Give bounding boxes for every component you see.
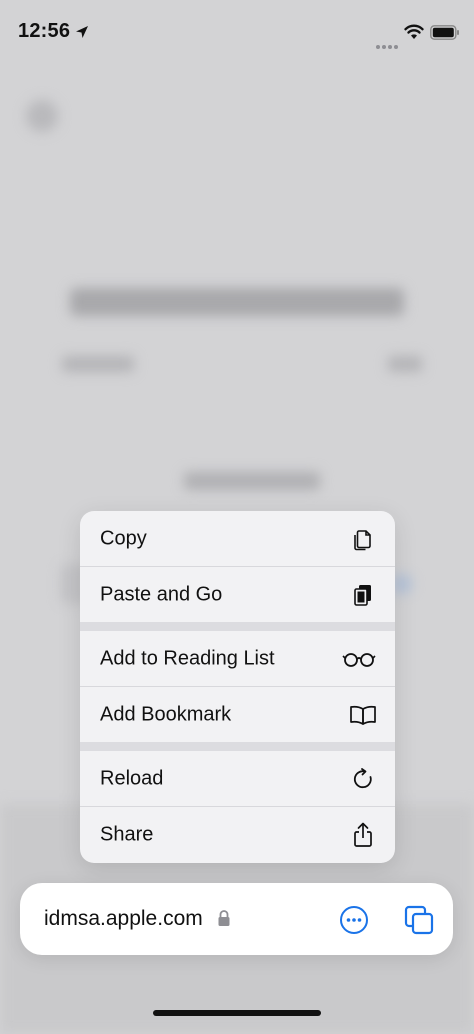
book-icon: [349, 701, 377, 729]
menu-group-gap: [80, 742, 395, 751]
menu-item-label: Reload: [100, 767, 164, 789]
more-options-icon[interactable]: [339, 905, 369, 935]
url-text[interactable]: idmsa.apple.com: [44, 907, 203, 931]
blurred-title: [70, 288, 404, 316]
paste-icon: [349, 581, 377, 609]
menu-item-label: Add Bookmark: [100, 703, 232, 725]
blurred-label: [388, 356, 422, 372]
context-menu: Copy Paste and Go Add to Reading List Ad…: [80, 511, 395, 863]
menu-item-reload[interactable]: Reload: [80, 751, 395, 806]
battery-icon: [430, 25, 459, 40]
menu-item-copy[interactable]: Copy: [80, 511, 395, 566]
status-time: 12:56: [18, 20, 71, 42]
address-bar[interactable]: idmsa.apple.com: [20, 883, 453, 955]
menu-item-label: Paste and Go: [100, 583, 223, 605]
blurred-label: [62, 356, 134, 372]
menu-item-add-bookmark[interactable]: Add Bookmark: [80, 687, 395, 742]
menu-item-paste-and-go[interactable]: Paste and Go: [80, 567, 395, 622]
blurred-close-button: [26, 100, 58, 132]
menu-item-label: Share: [100, 823, 154, 845]
location-arrow-icon: [76, 26, 88, 38]
menu-item-share[interactable]: Share: [80, 807, 395, 862]
share-icon: [349, 821, 377, 849]
menu-item-label: Copy: [100, 527, 147, 549]
signal-dots-icon: [376, 36, 400, 54]
menu-group-gap: [80, 622, 395, 631]
reload-icon: [349, 765, 377, 793]
wifi-icon: [404, 24, 424, 39]
status-bar: 12:56: [0, 0, 474, 64]
tabs-icon[interactable]: [403, 904, 435, 936]
copy-icon: [349, 525, 377, 553]
menu-item-add-to-reading-list[interactable]: Add to Reading List: [80, 631, 395, 686]
lock-icon: [218, 910, 230, 926]
blurred-link: [184, 472, 320, 490]
glasses-icon: [341, 645, 377, 673]
menu-item-label: Add to Reading List: [100, 647, 275, 669]
home-indicator[interactable]: [153, 1010, 321, 1016]
blurred-button: [392, 574, 412, 594]
